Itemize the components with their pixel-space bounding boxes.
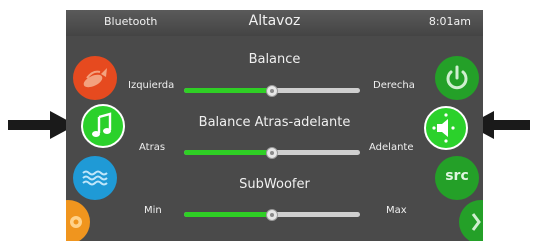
- speaker-button[interactable]: [424, 106, 468, 150]
- balance-max-label: Derecha: [373, 80, 415, 91]
- subwoofer-max-label: Max: [386, 205, 407, 216]
- device-screen: Bluetooth Altavoz 8:01am Balance Izquier…: [66, 10, 483, 241]
- src-label: src: [445, 168, 469, 184]
- status-bar: Bluetooth Altavoz 8:01am: [66, 10, 483, 36]
- balance-slider-knob[interactable]: [266, 84, 278, 97]
- balance-slider-fill: [184, 88, 272, 93]
- water-waves-icon: [82, 170, 108, 186]
- fade-slider-knob[interactable]: [266, 146, 278, 159]
- music-button[interactable]: [81, 104, 125, 148]
- clock: 8:01am: [428, 15, 471, 28]
- balance-slider[interactable]: [184, 84, 360, 97]
- speaker-icon: [432, 113, 455, 143]
- fish-icon: [83, 68, 107, 88]
- src-button[interactable]: src: [435, 156, 479, 200]
- fade-slider[interactable]: [184, 146, 360, 159]
- music-note-icon: [92, 112, 112, 137]
- fade-min-label: Atras: [139, 142, 166, 153]
- subwoofer-slider[interactable]: [184, 208, 360, 221]
- subwoofer-title: SubWoofer: [239, 177, 310, 192]
- power-button[interactable]: [435, 56, 479, 100]
- subwoofer-min-label: Min: [144, 205, 162, 216]
- fish-button[interactable]: [73, 56, 117, 100]
- next-button[interactable]: [459, 200, 483, 241]
- subwoofer-slider-knob[interactable]: [266, 208, 278, 221]
- balance-title: Balance: [248, 52, 301, 67]
- water-button[interactable]: [73, 156, 117, 200]
- settings-button[interactable]: [66, 200, 90, 241]
- screen-title: Altavoz: [248, 13, 301, 29]
- balance-min-label: Izquierda: [128, 80, 175, 91]
- fade-slider-fill: [184, 150, 272, 155]
- power-icon: [446, 65, 468, 90]
- subwoofer-slider-fill: [184, 212, 272, 217]
- chevron-right-icon: [471, 213, 481, 231]
- fade-title: Balance Atras-adelante: [198, 115, 351, 130]
- fade-max-label: Adelante: [369, 142, 414, 153]
- gear-icon: [70, 216, 82, 228]
